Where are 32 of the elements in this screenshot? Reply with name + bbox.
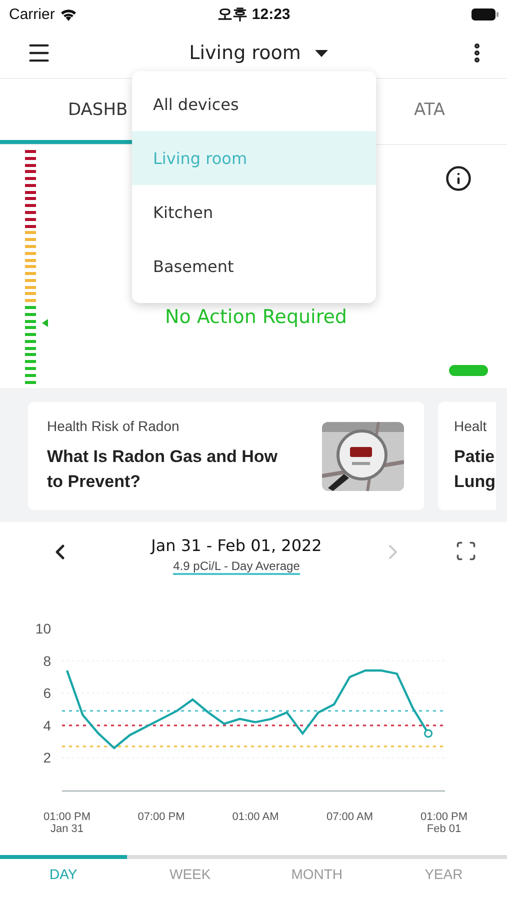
menu-item[interactable]: Kitchen (132, 185, 376, 239)
status-text: No Action Required (165, 306, 347, 328)
carrier-name: Carrier (9, 6, 55, 22)
axis-label: 10 (35, 620, 51, 636)
article-category: Healt (454, 418, 488, 434)
axis-label: 01:00 PM Feb 01 (420, 811, 468, 835)
axis-label: 07:00 AM (326, 811, 373, 823)
fullscreen-icon[interactable] (455, 540, 477, 562)
axis-label: 6 (43, 685, 51, 702)
article-card[interactable]: Health Risk of Radon What Is Radon Gas and How to Prevent? (28, 402, 424, 510)
article-title: What Is Radon Gas and How to Prevent? (47, 446, 278, 493)
battery-icon (470, 8, 499, 20)
article-card[interactable]: Healt Patie Lung (438, 402, 496, 510)
article-category: Health Risk of Radon (47, 418, 180, 434)
axis-label: 4 (43, 717, 51, 734)
data-point (424, 729, 433, 738)
caret-icon (314, 50, 328, 56)
clock-time: 오후 12:23 (218, 4, 290, 24)
axis-label: 2 (43, 750, 51, 766)
axis-label: 01:00 PM Jan 31 (43, 811, 91, 835)
info-icon[interactable] (445, 165, 472, 192)
axis-label: 07:00 PM (138, 811, 185, 823)
average-link[interactable]: 4.9 pCi/L - Day Average (173, 559, 300, 575)
menu-item[interactable]: Basement (132, 239, 376, 293)
axis-label: 8 (43, 652, 51, 669)
menu-item[interactable]: All devices (132, 77, 376, 131)
wifi-icon (60, 8, 77, 20)
date-range: Jan 31 - Feb 01, 2022 (151, 536, 322, 555)
status-pill (449, 365, 488, 376)
location-selector[interactable]: Living room (185, 38, 332, 68)
article-title: Patie Lung (454, 446, 496, 493)
axis-label: 01:00 AM (232, 811, 279, 823)
